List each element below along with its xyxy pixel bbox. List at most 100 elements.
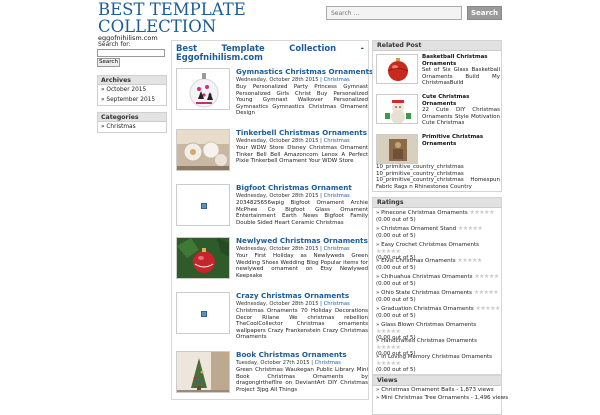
post-thumbnail[interactable] — [176, 68, 230, 110]
post-item: Gymnastics Christmas Ornaments Wednesday… — [176, 68, 373, 120]
post-category-link[interactable]: Christmas — [324, 138, 350, 144]
rating-score: (0.00 out of 5) — [376, 280, 416, 287]
post-thumbnail[interactable] — [176, 184, 230, 226]
post-title[interactable]: Crazy Christmas Ornaments — [236, 292, 349, 300]
post-meta: Wednesday, October 28th 2015 | Christmas — [236, 246, 350, 252]
star-rating-icon[interactable]: ★★★★★ — [458, 225, 483, 232]
post-title[interactable]: Gymnastics Christmas Ornaments — [236, 68, 373, 76]
post-title[interactable]: Tinkerbell Christmas Ornaments — [236, 129, 367, 137]
rating-link[interactable]: » Christmas Ornament Stand — [376, 226, 456, 232]
categories-title: Categories — [98, 113, 166, 122]
post-date: Wednesday, October 28th 2015 | — [236, 246, 322, 252]
post-meta: Wednesday, October 28th 2015 | Christmas — [236, 301, 350, 307]
related-thumbnail[interactable] — [376, 94, 418, 124]
related-post-link[interactable]: Primitive Christmas Ornaments — [422, 134, 500, 147]
star-rating-icon[interactable]: ★★★★★ — [457, 257, 482, 264]
rating-score: (0.00 out of 5) — [376, 264, 416, 271]
header-search-input[interactable] — [326, 6, 462, 20]
rating-item: » Pinecone Christmas Ornaments ★★★★★ (0.0… — [376, 209, 500, 223]
post-thumbnail[interactable] — [176, 237, 230, 279]
post-title[interactable]: Book Christmas Ornaments — [236, 351, 347, 359]
related-item: Cute Christmas Ornaments 22 Cute DIY Chr… — [376, 94, 500, 128]
post-excerpt: 2034825656wpig Bigfoot Ornament Archie M… — [236, 200, 368, 226]
ratings-title: Ratings — [373, 198, 501, 208]
rating-item: » Ohio State Christmas Ornaments ★★★★★ (0… — [376, 289, 500, 303]
post-item: Book Christmas Ornaments Tuesday, Octobe… — [176, 351, 368, 403]
sidebar-search-input[interactable] — [97, 49, 165, 57]
archives-widget: Archives » October 2015 » September 2015 — [97, 75, 167, 106]
broken-image-icon — [201, 203, 207, 209]
rating-score: (0.00 out of 5) — [376, 232, 416, 239]
post-excerpt: Green Christmas Waukegan Public Library … — [236, 367, 368, 393]
related-thumbnail[interactable] — [376, 54, 418, 84]
archive-link[interactable]: » September 2015 — [101, 96, 163, 106]
star-rating-icon[interactable]: ★★★★★ — [376, 328, 401, 335]
views-title: Views — [373, 376, 501, 386]
post-item: Newlywed Christmas Ornaments Wednesday, … — [176, 237, 368, 289]
views-widget: Views » Christmas Ornament Balls - 1,873… — [372, 375, 508, 415]
rating-score: (0.00 out of 5) — [376, 312, 416, 319]
star-rating-icon[interactable]: ★★★★★ — [474, 289, 499, 296]
star-rating-icon[interactable]: ★★★★★ — [474, 273, 499, 280]
post-date: Wednesday, October 28th 2015 | — [236, 193, 322, 199]
star-rating-icon[interactable]: ★★★★★ — [376, 360, 401, 367]
post-thumbnail[interactable] — [176, 129, 230, 171]
post-title[interactable]: Newlywed Christmas Ornaments — [236, 237, 368, 245]
star-rating-icon[interactable]: ★★★★★ — [376, 344, 401, 351]
post-category-link[interactable]: Christmas — [324, 246, 350, 252]
rating-item: » Graduation Christmas Ornaments ★★★★★ (0… — [376, 305, 500, 319]
post-meta: Wednesday, October 28th 2015 | Christmas — [236, 138, 350, 144]
category-link[interactable]: » Christmas — [101, 123, 163, 133]
header-search-button[interactable]: Search — [467, 6, 502, 20]
post-category-link[interactable]: Christmas — [324, 193, 350, 199]
rating-link[interactable]: » Chihuahua Christmas Ornaments — [376, 274, 472, 280]
post-date: Wednesday, October 28th 2015 | — [236, 301, 322, 307]
rating-link[interactable]: » Pinecone Christmas Ornaments — [376, 210, 468, 216]
related-post-title: Related Post — [373, 41, 501, 51]
post-meta: Tuesday, October 27th 2015 | Christmas — [236, 360, 341, 366]
rating-item: » Christmas Ornament Stand ★★★★★ (0.00 ou… — [376, 225, 500, 239]
related-excerpt: 10_primitive_country_christmas 10_primit… — [376, 164, 500, 190]
views-link[interactable]: » Christmas Ornament Balls - 1,873 views — [373, 386, 501, 394]
sidebar-search-button[interactable]: Search — [97, 58, 120, 67]
rating-item: » Chihuahua Christmas Ornaments ★★★★★ (0.… — [376, 273, 500, 287]
rating-link[interactable]: » Elvis Christmas Ornaments — [376, 258, 456, 264]
related-thumbnail[interactable] — [376, 134, 418, 164]
search-for-label: Search for: — [98, 41, 131, 48]
post-excerpt: Christmas Ornaments 70 Holiday Decoratio… — [236, 308, 368, 341]
rating-item: » Elvis Christmas Ornaments ★★★★★ (0.00 o… — [376, 257, 500, 271]
star-rating-icon[interactable]: ★★★★★ — [475, 305, 500, 312]
related-post-link[interactable]: Basketball Christmas Ornaments — [422, 54, 500, 67]
header-search: Search — [326, 6, 502, 20]
post-date: Wednesday, October 28th 2015 | — [236, 77, 322, 83]
related-item: Primitive Christmas Ornaments 10_primiti… — [376, 134, 500, 192]
archives-title: Archives — [98, 76, 166, 85]
page-wrapper: BEST TEMPLATE COLLECTION eggofnihilism.c… — [96, 0, 508, 415]
rating-score: (0.00 out of 5) — [376, 367, 416, 374]
related-item: Basketball Christmas Ornaments Set of Si… — [376, 54, 500, 88]
views-link[interactable]: » Mini Christmas Tree Ornaments - 1,496 … — [373, 394, 508, 402]
post-item: Bigfoot Christmas Ornament Wednesday, Oc… — [176, 184, 368, 236]
main-title[interactable]: Best Template Collection - Eggofnihilism… — [172, 41, 368, 68]
main-content: Best Template Collection - Eggofnihilism… — [171, 40, 373, 403]
post-excerpt: Your WDW Store Disney Christmas Ornament… — [236, 145, 368, 165]
rating-link[interactable]: » Graduation Christmas Ornaments — [376, 306, 474, 312]
post-thumbnail[interactable] — [176, 292, 230, 334]
rating-item: » In Loving Memory Christmas Ornaments ★… — [376, 354, 500, 374]
archive-link[interactable]: » October 2015 — [101, 86, 163, 96]
star-rating-icon[interactable]: ★★★★★ — [470, 209, 495, 216]
post-excerpt: Your First Holiday as Newlyweds Green We… — [236, 253, 368, 279]
related-excerpt: Set of Six Glass Basketball Ornaments Bu… — [422, 67, 500, 87]
rating-link[interactable]: » Ohio State Christmas Ornaments — [376, 290, 472, 296]
post-meta: Wednesday, October 28th 2015 | Christmas — [236, 77, 350, 83]
site-title[interactable]: BEST TEMPLATE COLLECTION — [98, 1, 298, 35]
post-meta: Wednesday, October 28th 2015 | Christmas — [236, 193, 350, 199]
related-post-link[interactable]: Cute Christmas Ornaments — [422, 94, 500, 107]
post-thumbnail[interactable] — [176, 351, 230, 393]
post-category-link[interactable]: Christmas — [315, 360, 341, 366]
post-category-link[interactable]: Christmas — [324, 301, 350, 307]
post-title[interactable]: Bigfoot Christmas Ornament — [236, 184, 352, 192]
post-category-link[interactable]: Christmas — [324, 77, 350, 83]
post-excerpt: Buy Personalized Party Princess Gymnast … — [236, 84, 368, 117]
star-rating-icon[interactable]: ★★★★★ — [376, 248, 401, 255]
